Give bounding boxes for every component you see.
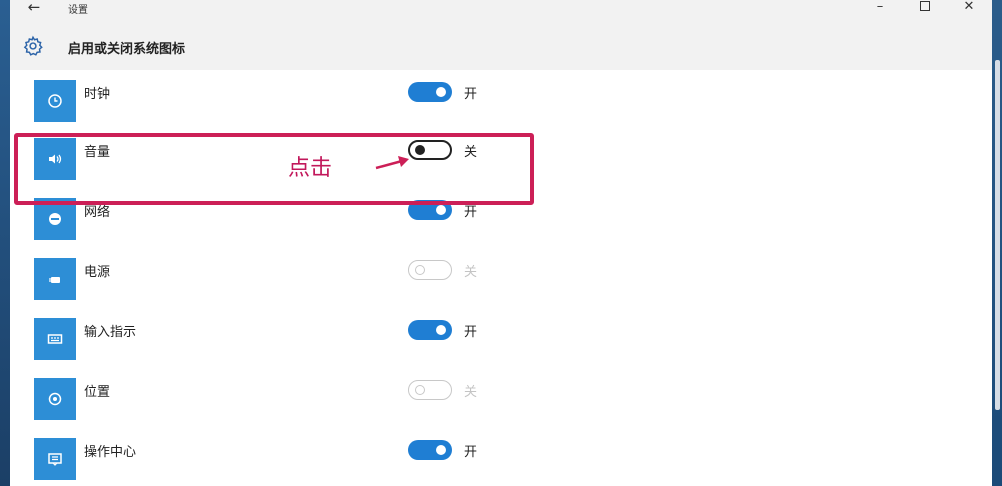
list-item-input-indicator: 输入指示 开 <box>10 310 992 368</box>
highlight-box <box>14 133 534 205</box>
power-icon <box>49 277 60 283</box>
action-center-toggle[interactable] <box>408 440 452 460</box>
scrollbar-thumb[interactable] <box>995 60 1000 410</box>
page-title: 启用或关闭系统图标 <box>68 42 186 57</box>
item-label: 时钟 <box>84 87 111 102</box>
back-button[interactable]: ← <box>24 0 44 17</box>
toggle-state-label: 开 <box>464 445 478 460</box>
back-arrow-icon: ← <box>27 0 41 16</box>
action-center-tile <box>34 438 76 480</box>
gear-icon <box>23 35 43 56</box>
clock-toggle[interactable] <box>408 82 452 102</box>
list-item-action-center: 操作中心 开 <box>10 430 992 486</box>
toggle-state-label: 开 <box>464 87 478 102</box>
input-indicator-icon <box>47 334 63 344</box>
maximize-icon <box>920 1 930 11</box>
item-label: 电源 <box>84 265 111 280</box>
list-item-clock: 时钟 开 <box>10 72 992 130</box>
network-icon <box>49 213 61 225</box>
list-item-location: 位置 关 <box>10 370 992 428</box>
power-toggle[interactable] <box>408 260 452 280</box>
clock-icon <box>48 94 62 108</box>
item-label: 操作中心 <box>84 445 137 460</box>
item-label: 位置 <box>84 385 111 400</box>
minimize-icon: – <box>876 0 884 14</box>
desktop-edge-left <box>0 0 10 486</box>
minimize-button[interactable]: – <box>868 0 892 16</box>
location-icon <box>48 392 62 406</box>
power-tile <box>34 258 76 300</box>
location-tile <box>34 378 76 420</box>
list-item-power: 电源 关 <box>10 250 992 308</box>
close-button[interactable]: ✕ <box>957 0 981 16</box>
toggle-state-label: 关 <box>464 385 478 400</box>
input-indicator-tile <box>34 318 76 360</box>
page-header: 启用或关闭系统图标 <box>10 18 992 70</box>
window-title: 设置 <box>68 5 88 16</box>
location-toggle[interactable] <box>408 380 452 400</box>
close-icon: ✕ <box>963 0 975 14</box>
title-bar: ← 设置 – ✕ <box>10 0 992 18</box>
settings-window: ← 设置 – ✕ 启用或关闭系统图标 时钟 开 音量 关 网络 开 电源 关 输… <box>10 0 992 486</box>
input-indicator-toggle[interactable] <box>408 320 452 340</box>
click-annotation: 点击 <box>288 156 333 181</box>
action-center-icon <box>48 453 62 466</box>
item-label: 输入指示 <box>84 325 137 340</box>
clock-tile <box>34 80 76 122</box>
arrow-annotation-icon <box>375 156 409 170</box>
toggle-state-label: 关 <box>464 265 478 280</box>
toggle-state-label: 开 <box>464 325 478 340</box>
maximize-button[interactable] <box>913 0 937 16</box>
